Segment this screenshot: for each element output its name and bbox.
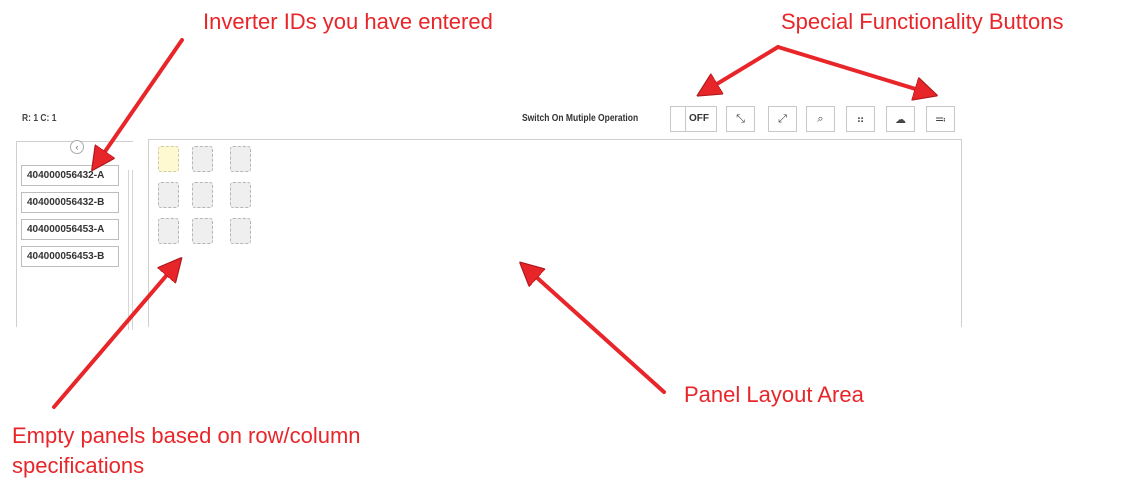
- annotation-arrows: [52, 38, 1141, 409]
- arrow-to-align-button: [776, 45, 932, 94]
- arrow-to-empty-panels: [52, 262, 178, 409]
- arrow-to-inverter-ids: [95, 38, 184, 166]
- arrow-to-toggle: [702, 45, 780, 93]
- arrow-to-panel-layout: [524, 266, 666, 394]
